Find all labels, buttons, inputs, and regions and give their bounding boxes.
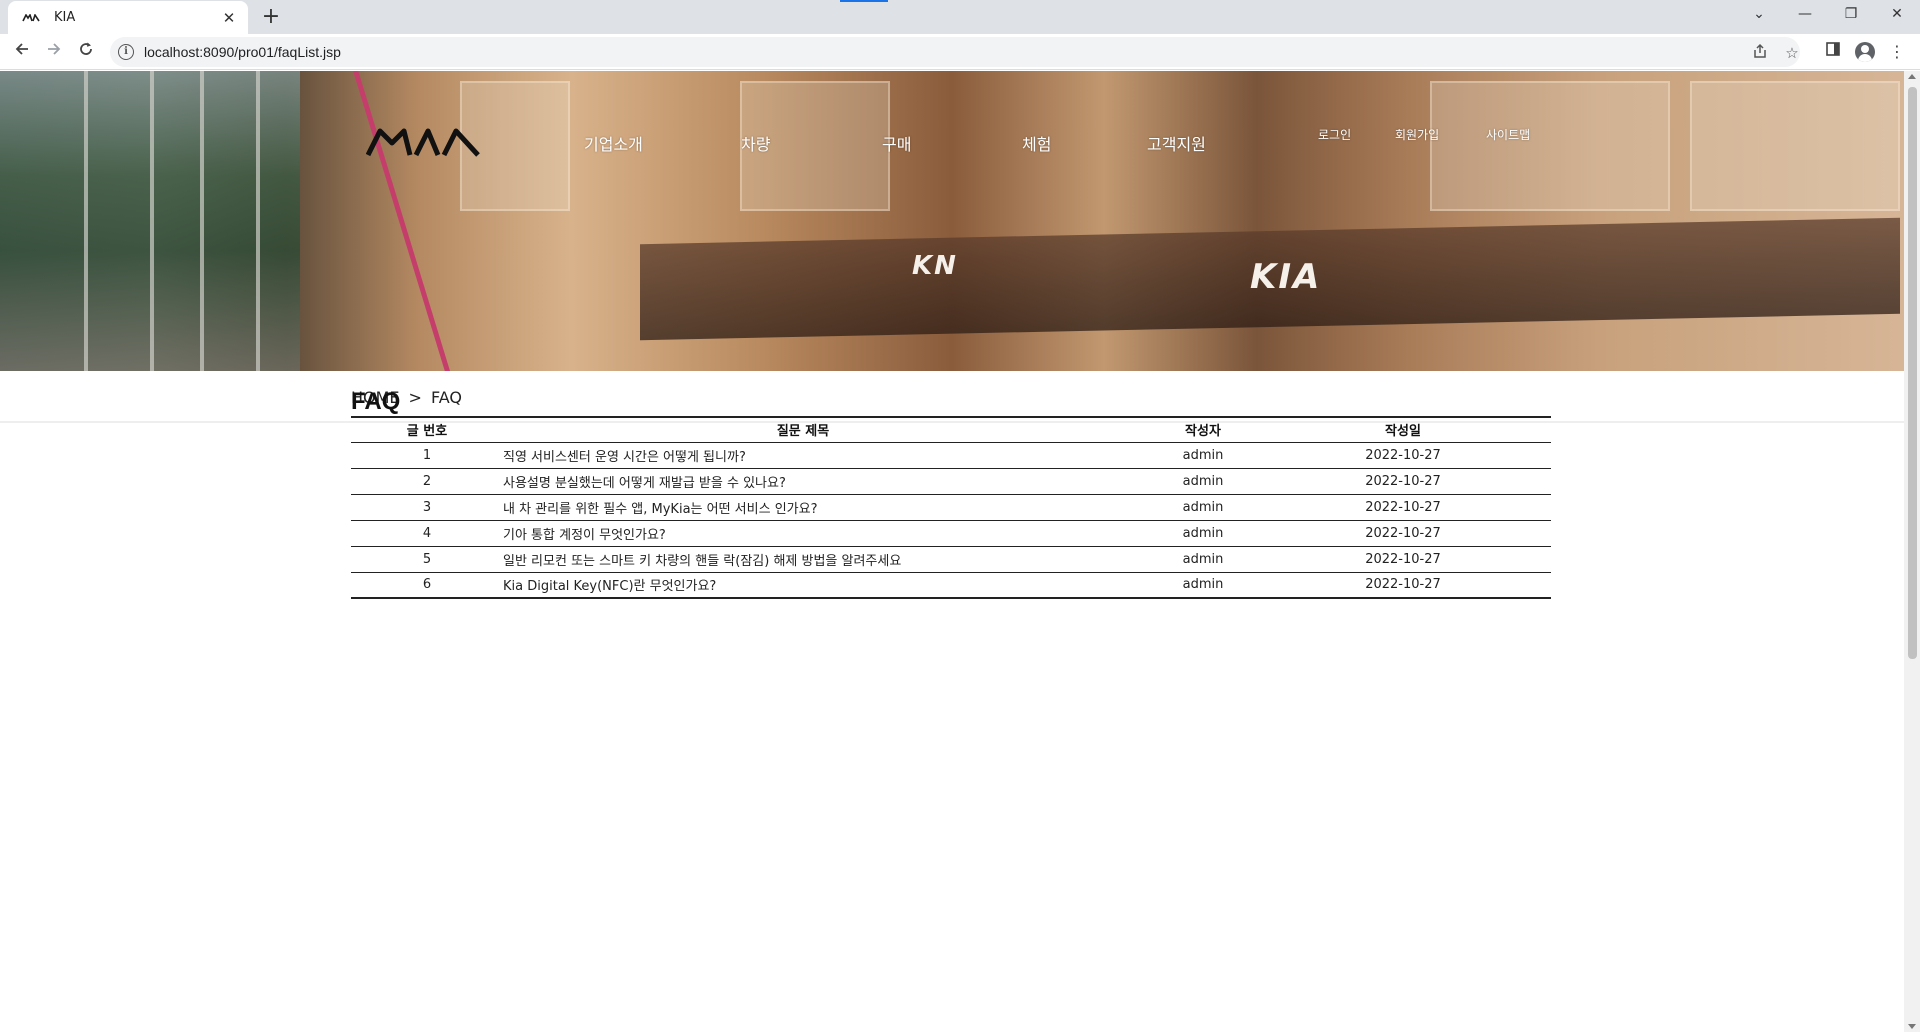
- restore-icon[interactable]: ❐: [1828, 0, 1874, 30]
- row-date: 2022-10-27: [1303, 546, 1503, 573]
- row-author: admin: [1103, 520, 1303, 547]
- nav-item-support[interactable]: 고객지원: [1147, 131, 1206, 155]
- nav-item-vehicles[interactable]: 차량: [741, 131, 770, 155]
- row-title-link[interactable]: 일반 리모컨 또는 스마트 키 차량의 핸들 락(잠김) 해제 방법을 알려주세…: [503, 546, 1103, 573]
- row-spacer: [1503, 520, 1551, 547]
- back-icon[interactable]: [8, 38, 36, 66]
- kia-logo[interactable]: [366, 127, 482, 157]
- hero-pole: [150, 71, 154, 371]
- col-header-author: 작성자: [1103, 416, 1303, 443]
- row-date: 2022-10-27: [1303, 520, 1503, 547]
- row-num: 3: [351, 494, 503, 521]
- row-spacer: [1503, 546, 1551, 573]
- hero-banner: KN KIA 기업소개 차량 구매 체험 고객지원 로그인 회원가입 사이트맵: [0, 71, 1904, 371]
- login-link[interactable]: 로그인: [1318, 126, 1351, 143]
- table-row[interactable]: 1 직영 서비스센터 운영 시간은 어떻게 됩니까? admin 2022-10…: [351, 442, 1551, 469]
- row-num: 4: [351, 520, 503, 547]
- hero-window: [1690, 81, 1900, 211]
- new-tab-button[interactable]: +: [258, 4, 284, 30]
- minimize-icon[interactable]: —: [1782, 0, 1828, 30]
- row-author: admin: [1103, 442, 1303, 469]
- row-author: admin: [1103, 546, 1303, 573]
- page-title: FAQ: [351, 388, 401, 415]
- scroll-thumb[interactable]: [1908, 87, 1917, 659]
- row-title-link[interactable]: 사용설명 분실했는데 어떻게 재발급 받을 수 있나요?: [503, 468, 1103, 495]
- browser-tab[interactable]: KIA ✕: [8, 1, 248, 34]
- table-row[interactable]: 5 일반 리모컨 또는 스마트 키 차량의 핸들 락(잠김) 해제 방법을 알려…: [351, 546, 1551, 573]
- row-date: 2022-10-27: [1303, 442, 1503, 469]
- profile-avatar-icon[interactable]: [1854, 41, 1876, 63]
- hero-pole: [256, 71, 260, 371]
- kia-favicon-icon: [22, 12, 40, 24]
- row-date: 2022-10-27: [1303, 494, 1503, 521]
- side-panel-icon[interactable]: [1822, 41, 1844, 63]
- scroll-up-icon[interactable]: [1908, 74, 1916, 79]
- tab-close-icon[interactable]: ✕: [220, 9, 238, 27]
- row-title-link[interactable]: 내 차 관리를 위한 필수 앱, MyKia는 어떤 서비스 인가요?: [503, 494, 1103, 521]
- page-scrollbar[interactable]: [1904, 71, 1920, 1032]
- hero-accent-line: [350, 71, 452, 371]
- row-num: 1: [351, 442, 503, 469]
- col-header-num: 글 번호: [351, 416, 503, 443]
- table-row[interactable]: 2 사용설명 분실했는데 어떻게 재발급 받을 수 있나요? admin 202…: [351, 468, 1551, 495]
- table-row[interactable]: 4 기아 통합 계정이 무엇인가요? admin 2022-10-27: [351, 520, 1551, 547]
- row-title-link[interactable]: 기아 통합 계정이 무엇인가요?: [503, 520, 1103, 547]
- page-viewport: KN KIA 기업소개 차량 구매 체험 고객지원 로그인 회원가입 사이트맵 …: [0, 71, 1904, 1032]
- breadcrumb-separator: >: [408, 388, 422, 407]
- browser-tab-bar: KIA ✕ + ⌄ — ❐ ✕: [0, 0, 1920, 34]
- row-author: admin: [1103, 572, 1303, 599]
- hero-sign: KN: [912, 251, 958, 281]
- reload-icon[interactable]: [72, 38, 100, 66]
- signup-link[interactable]: 회원가입: [1395, 126, 1439, 143]
- row-spacer: [1503, 572, 1551, 599]
- table-header-row: 글 번호 질문 제목 작성자 작성일: [351, 416, 1551, 443]
- nav-item-experience[interactable]: 체험: [1022, 131, 1051, 155]
- table-row[interactable]: 6 Kia Digital Key(NFC)란 무엇인가요? admin 202…: [351, 572, 1551, 599]
- row-date: 2022-10-27: [1303, 468, 1503, 495]
- col-header-title: 질문 제목: [503, 416, 1103, 443]
- forward-icon[interactable]: [40, 38, 68, 66]
- site-info-icon[interactable]: i: [118, 44, 134, 60]
- hero-pole: [84, 71, 88, 371]
- col-header-date: 작성일: [1303, 416, 1503, 443]
- breadcrumb-current: FAQ: [430, 388, 462, 407]
- tab-search-dropdown-icon[interactable]: ⌄: [1736, 0, 1782, 30]
- row-num: 6: [351, 572, 503, 599]
- bookmark-star-icon[interactable]: ☆: [1782, 43, 1802, 63]
- row-author: admin: [1103, 494, 1303, 521]
- row-spacer: [1503, 468, 1551, 495]
- hero-sign: KIA: [1250, 257, 1322, 297]
- scroll-down-icon[interactable]: [1908, 1024, 1916, 1029]
- row-num: 2: [351, 468, 503, 495]
- tab-loading-indicator: [840, 0, 888, 2]
- row-num: 5: [351, 546, 503, 573]
- sitemap-link[interactable]: 사이트맵: [1486, 126, 1530, 143]
- browser-toolbar: i localhost:8090/pro01/faqList.jsp ☆ ⋮: [0, 34, 1920, 70]
- share-icon[interactable]: [1750, 43, 1770, 63]
- tab-title: KIA: [54, 10, 76, 25]
- faq-table: 글 번호 질문 제목 작성자 작성일 1 직영 서비스센터 운영 시간은 어떻게…: [351, 416, 1551, 599]
- table-row[interactable]: 3 내 차 관리를 위한 필수 앱, MyKia는 어떤 서비스 인가요? ad…: [351, 494, 1551, 521]
- url-text: localhost:8090/pro01/faqList.jsp: [144, 44, 341, 60]
- row-title-link[interactable]: Kia Digital Key(NFC)란 무엇인가요?: [503, 572, 1103, 599]
- col-header-spacer: [1503, 416, 1551, 443]
- nav-item-company[interactable]: 기업소개: [584, 131, 643, 155]
- address-bar[interactable]: i localhost:8090/pro01/faqList.jsp ☆: [110, 37, 1800, 67]
- hero-window: [1430, 81, 1670, 211]
- row-spacer: [1503, 442, 1551, 469]
- row-author: admin: [1103, 468, 1303, 495]
- row-spacer: [1503, 494, 1551, 521]
- row-date: 2022-10-27: [1303, 572, 1503, 599]
- hero-pole: [200, 71, 204, 371]
- row-title-link[interactable]: 직영 서비스센터 운영 시간은 어떻게 됩니까?: [503, 442, 1103, 469]
- nav-item-purchase[interactable]: 구매: [882, 131, 911, 155]
- window-close-icon[interactable]: ✕: [1874, 0, 1920, 30]
- chrome-menu-icon[interactable]: ⋮: [1886, 41, 1908, 63]
